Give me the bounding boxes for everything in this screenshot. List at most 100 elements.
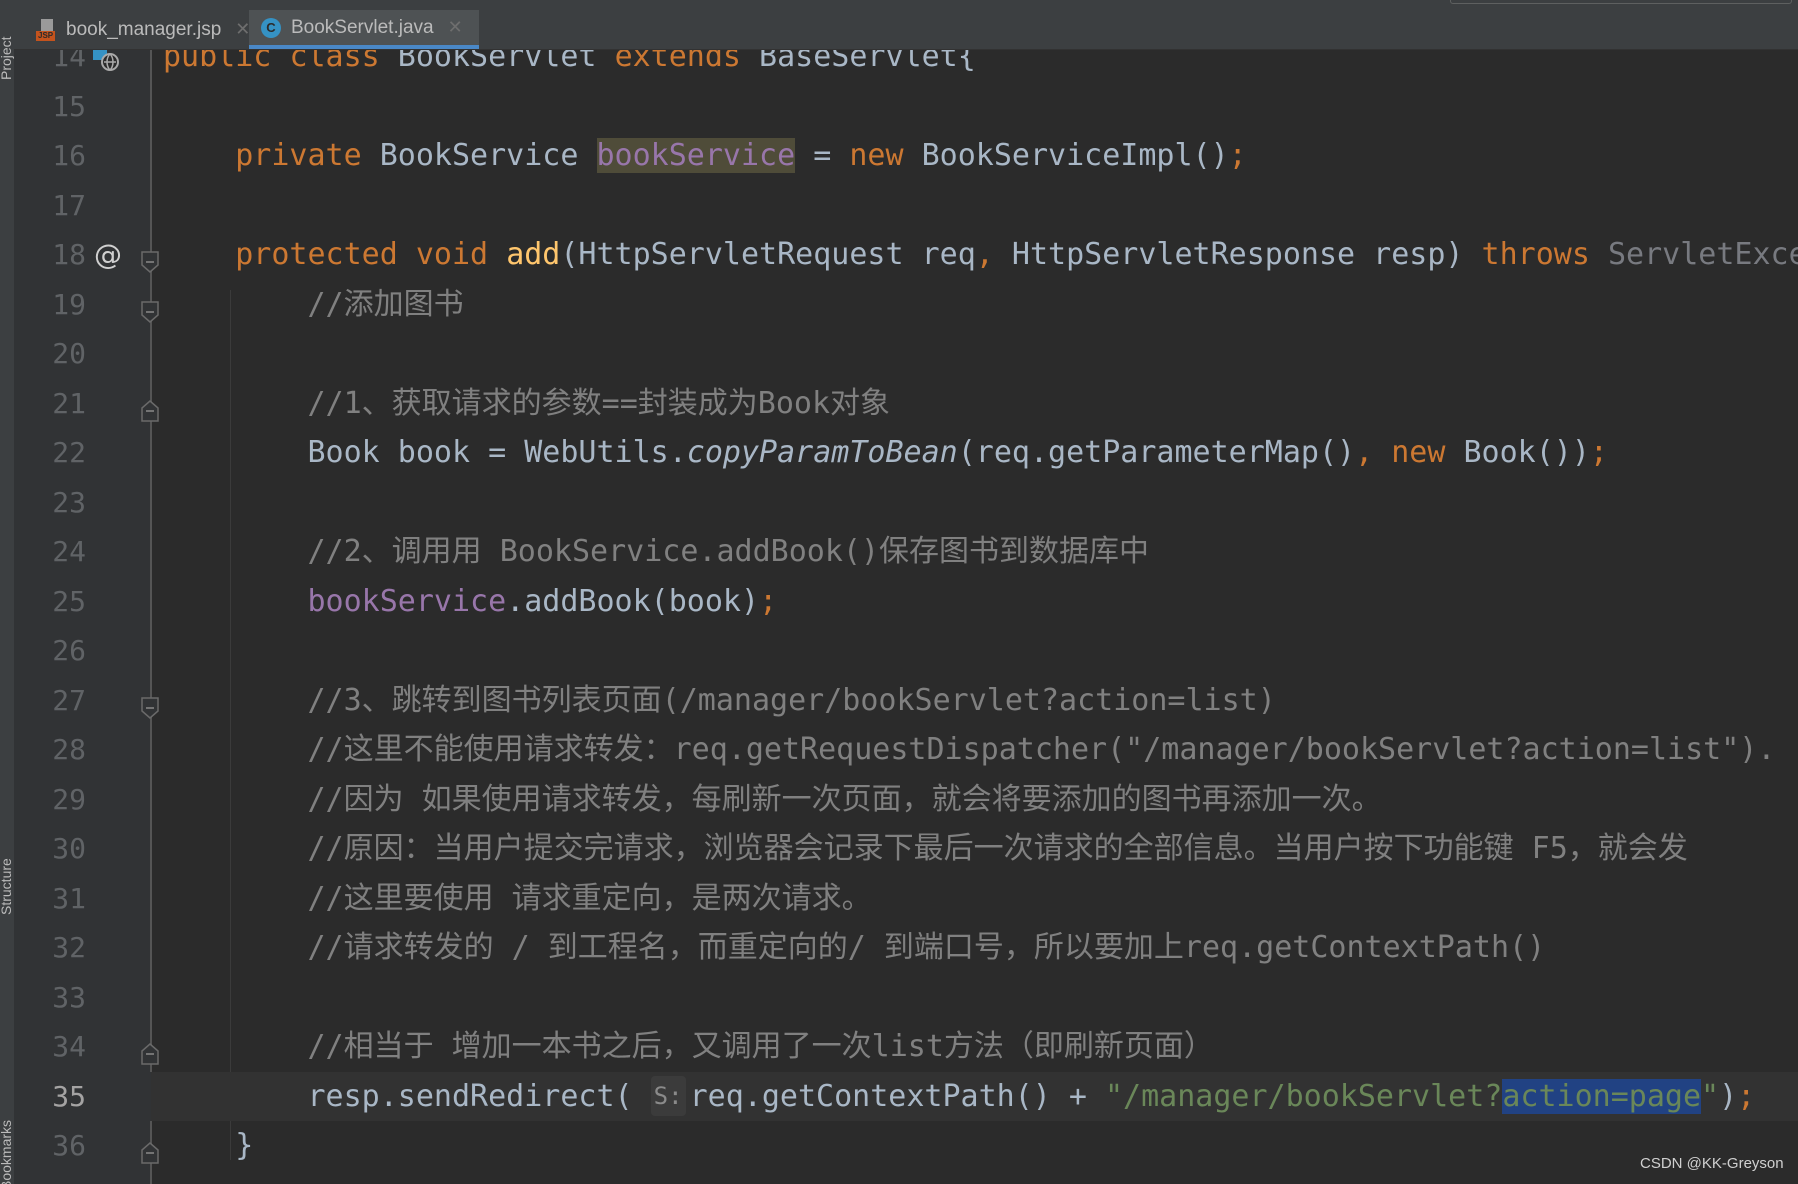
fold-collapse-icon[interactable] (141, 243, 159, 273)
code-line[interactable]: 33 (0, 973, 1798, 1023)
line-number-cell: 15 (14, 82, 151, 132)
code-line[interactable]: 18 @ protected void add(HttpServletReques… (0, 230, 1798, 280)
tab-book-manager-jsp[interactable]: JSP book_manager.jsp ✕ (26, 10, 260, 49)
line-number: 31 (52, 881, 86, 915)
code-token: throws (1481, 237, 1590, 272)
tool-window-structure[interactable]: Structure (0, 858, 14, 915)
code-token: "/manager/bookServlet? (1105, 1078, 1503, 1114)
line-number: 17 (52, 188, 86, 222)
code-line[interactable]: 16 private BookService bookService = new… (0, 131, 1798, 181)
search-field[interactable] (1450, 0, 1792, 4)
line-number: 32 (52, 931, 86, 964)
code-line[interactable]: 15 (0, 82, 1798, 132)
tool-window-bookmarks[interactable]: Bookmarks (0, 1120, 14, 1184)
code-token: //请求转发的 / 到工程名，而重定向的/ 到端口号，所以要加上req.getC… (307, 930, 1546, 965)
code-token: action=page (1502, 1078, 1702, 1114)
code-editor[interactable]: 14 public class BookServlet extends BaseS… (0, 32, 1798, 1171)
code-token: .addBook(book) (506, 583, 760, 619)
line-number: 19 (52, 287, 86, 321)
line-number-cell: 20 (14, 329, 151, 379)
code-token: ) (1719, 1078, 1738, 1114)
code-token: protected (235, 237, 398, 272)
tab-label: book_manager.jsp (66, 18, 222, 40)
code-token: , (1355, 435, 1374, 470)
line-number-cell: 29 (14, 775, 151, 825)
code-text: //1、获取请求的参数==封装成为Book对象 (163, 379, 1798, 429)
code-line[interactable]: 17 (0, 181, 1798, 231)
fold-end-icon[interactable] (141, 1035, 159, 1065)
code-line[interactable]: 28 //这里不能使用请求转发：req.getRequestDispatcher… (0, 725, 1798, 775)
override-at-icon[interactable]: @ (94, 230, 122, 279)
code-line[interactable]: 24 //2、调用用 BookService.addBook()保存图书到数据库… (0, 527, 1798, 577)
line-number: 24 (52, 535, 86, 568)
code-token: bookService (596, 138, 796, 173)
line-number-cell: 21 (14, 379, 151, 429)
line-number-cell: 30 (14, 824, 151, 874)
code-line[interactable]: 23 (0, 478, 1798, 528)
line-number: 21 (52, 386, 86, 420)
code-text: //2、调用用 BookService.addBook()保存图书到数据库中 (163, 527, 1798, 577)
tab-bookservlet-java[interactable]: C BookServlet.java ✕ (249, 10, 479, 49)
line-number-cell: 23 (14, 478, 151, 528)
code-token: req.getContextPath() + (689, 1078, 1105, 1114)
line-number: 25 (52, 584, 86, 618)
fold-end-icon[interactable] (141, 1134, 159, 1164)
code-token: new (849, 138, 904, 173)
code-token: private (235, 138, 362, 173)
code-line[interactable]: 22 Book book = WebUtils.copyParamToBean(… (0, 428, 1798, 478)
code-text: //因为 如果使用请求转发，每刷新一次页面，就会将要添加的图书再添加一次。 (163, 775, 1798, 825)
code-token: //添加图书 (307, 286, 464, 322)
code-token: //3、跳转到图书列表页面(/manager/bookServlet?actio… (307, 682, 1276, 718)
line-number-cell: 19 (14, 280, 151, 330)
line-number-cell: 17 (14, 181, 151, 231)
code-token: (HttpServletRequest req (560, 237, 976, 272)
fold-end-icon[interactable] (141, 392, 159, 422)
line-number: 34 (52, 1030, 86, 1063)
code-line[interactable]: 30 //原因：当用户提交完请求，浏览器会记录下最后一次请求的全部信息。当用户按… (0, 824, 1798, 874)
code-token: Book()) (1445, 435, 1590, 470)
line-number: 16 (52, 139, 86, 172)
code-token: } (235, 1128, 254, 1163)
line-number-cell: 31 (14, 874, 151, 924)
code-token: //2、调用用 BookService.addBook()保存图书到数据库中 (307, 534, 1150, 569)
code-line[interactable]: 21 //1、获取请求的参数==封装成为Book对象 (0, 379, 1798, 429)
code-line[interactable]: 35 resp.sendRedirect( S: req.getContextPa… (0, 1071, 1798, 1122)
fold-collapse-icon[interactable] (141, 293, 159, 323)
line-number: 26 (52, 634, 86, 667)
code-token: //这里要使用 请求重定向，是两次请求。 (307, 880, 872, 916)
line-number-cell: 27 (14, 676, 151, 726)
code-token: ; (1228, 138, 1247, 173)
code-line[interactable]: 32 //请求转发的 / 到工程名，而重定向的/ 到端口号，所以要加上req.g… (0, 923, 1798, 973)
code-line[interactable]: 26 (0, 626, 1798, 676)
code-token: HttpServletResponse resp) (993, 237, 1482, 272)
parameter-hint: S: (650, 1075, 686, 1116)
code-text: resp.sendRedirect( S: req.getContextPath(… (163, 1072, 1798, 1122)
fold-collapse-icon[interactable] (141, 689, 159, 719)
code-token: //1、获取请求的参数==封装成为Book对象 (307, 385, 891, 421)
watermark: CSDN @KK-Greyson (1640, 1155, 1784, 1172)
code-token: //相当于 增加一本书之后，又调用了一次list方法（即刷新页面） (307, 1029, 1214, 1064)
line-number: 20 (52, 337, 86, 370)
code-line[interactable]: 20 (0, 329, 1798, 379)
line-number: 29 (52, 782, 86, 816)
code-line[interactable]: 19 //添加图书 (0, 280, 1798, 330)
code-text: protected void add(HttpServletRequest re… (163, 230, 1798, 280)
line-number: 18 (52, 238, 86, 271)
line-number: 28 (52, 733, 86, 766)
code-line[interactable]: 34 //相当于 增加一本书之后，又调用了一次list方法（即刷新页面） (0, 1022, 1798, 1072)
code-text: //原因：当用户提交完请求，浏览器会记录下最后一次请求的全部信息。当用户按下功能… (163, 824, 1798, 874)
code-line[interactable]: 31 //这里要使用 请求重定向，是两次请求。 (0, 874, 1798, 924)
code-token: BookServiceImpl() (903, 138, 1229, 173)
close-icon[interactable]: ✕ (448, 17, 463, 38)
code-line[interactable]: 36 } (0, 1121, 1798, 1171)
tool-window-project[interactable]: Project (0, 36, 14, 80)
code-line[interactable]: 29 //因为 如果使用请求转发，每刷新一次页面，就会将要添加的图书再添加一次。 (0, 775, 1798, 825)
code-line[interactable]: 25 bookService.addBook(book); (0, 577, 1798, 627)
code-line[interactable]: 27 //3、跳转到图书列表页面(/manager/bookServlet?ac… (0, 676, 1798, 726)
